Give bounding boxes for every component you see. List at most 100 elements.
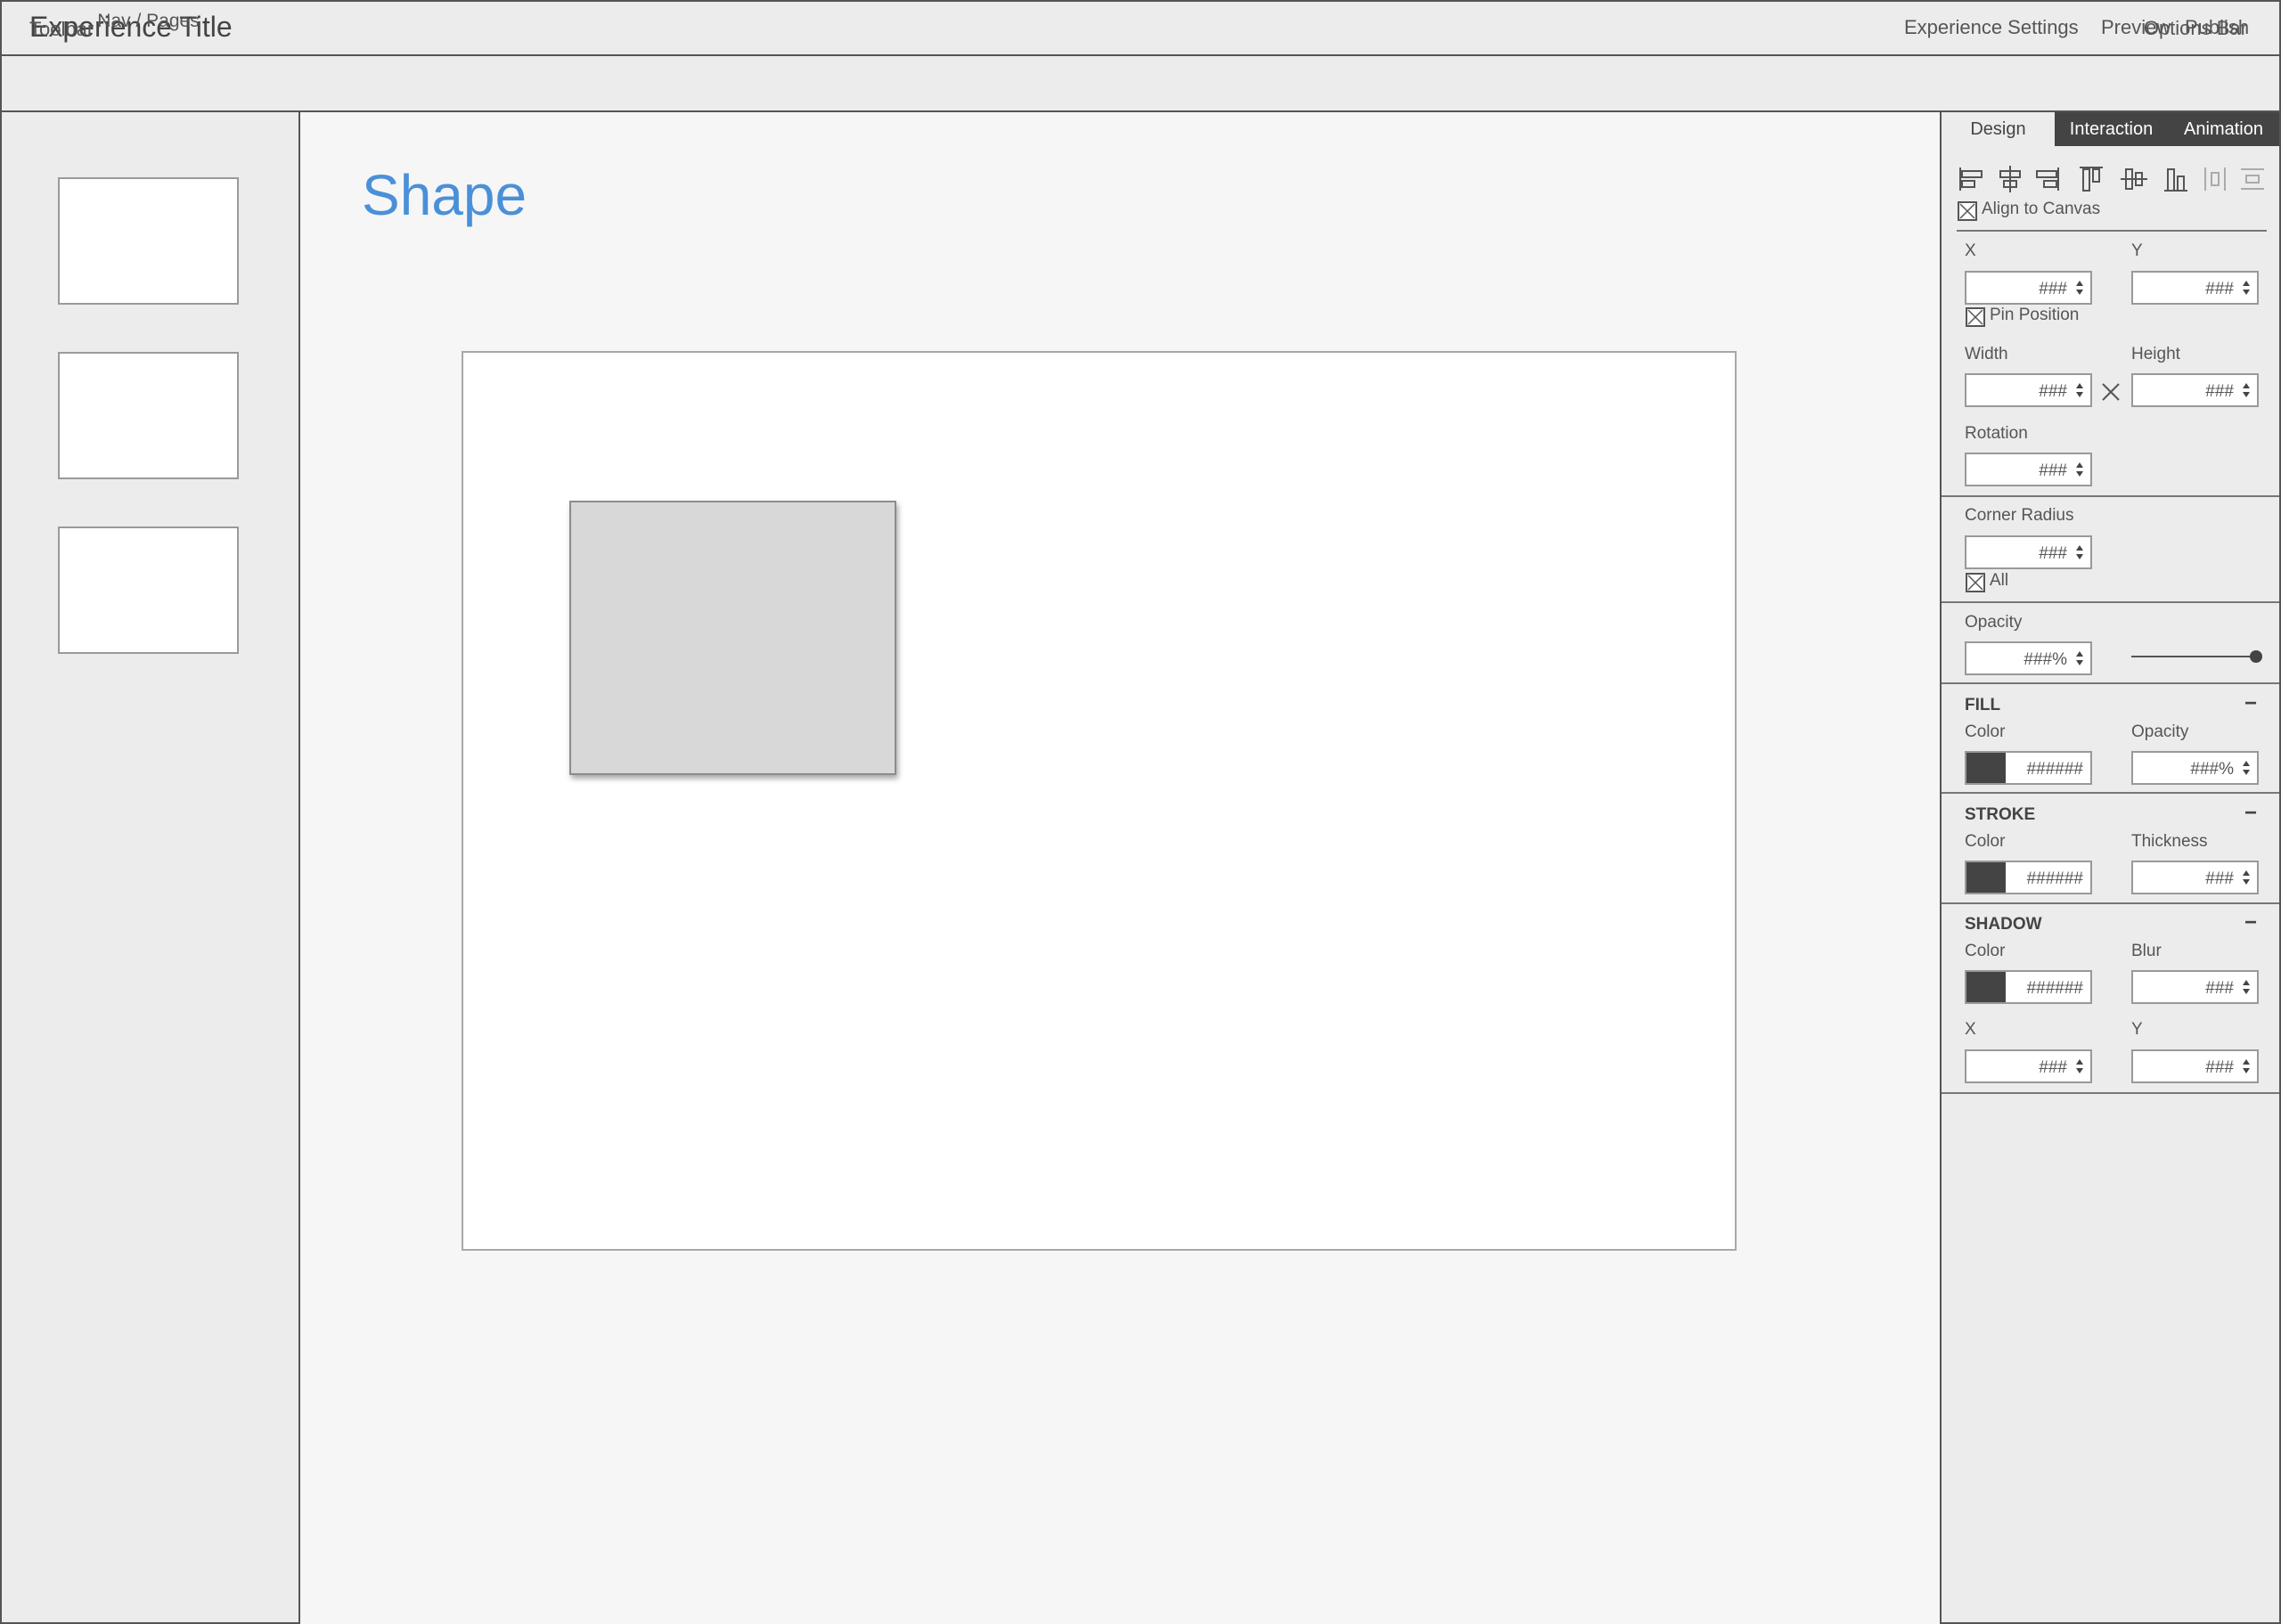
align-to-canvas-label: Align to Canvas	[1982, 200, 2101, 218]
fill-color-value: ######	[2026, 760, 2083, 779]
rotation-value: ###	[2039, 461, 2067, 480]
tab-animation[interactable]: Animation	[2168, 112, 2279, 146]
fill-color-swatch[interactable]	[1966, 753, 2006, 783]
fill-opacity-label: Opacity	[2131, 722, 2189, 741]
page-title: Shape	[362, 163, 527, 227]
opacity-value: ###%	[2023, 650, 2067, 669]
options-bar-label: Options Bar	[2143, 17, 2247, 39]
corner-radius-label: Corner Radius	[1965, 506, 2074, 525]
stepper-icon[interactable]	[2240, 975, 2252, 999]
shadow-blur-input[interactable]: ###	[2131, 970, 2259, 1004]
stepper-icon[interactable]	[2240, 379, 2252, 402]
toolbar	[0, 54, 2281, 112]
align-center-horizontal-icon[interactable]	[1995, 164, 2025, 194]
corner-radius-input[interactable]: ###	[1965, 535, 2092, 569]
stepper-icon[interactable]	[2073, 541, 2086, 564]
shape-rectangle[interactable]	[569, 501, 896, 775]
width-label: Width	[1965, 345, 2008, 363]
fill-color-label: Color	[1965, 722, 2006, 741]
align-bottom-icon[interactable]	[2161, 164, 2191, 194]
align-middle-vertical-icon[interactable]	[2119, 164, 2149, 194]
stroke-collapse-icon[interactable]: −	[2244, 801, 2257, 826]
height-value: ###	[2205, 382, 2234, 401]
stepper-icon[interactable]	[2240, 276, 2252, 299]
all-corners-label: All	[1990, 571, 2009, 590]
shadow-blur-label: Blur	[2131, 942, 2162, 960]
fill-section-title: FILL	[1965, 696, 2001, 714]
stroke-section-title: STROKE	[1965, 805, 2036, 824]
stroke-color-value: ######	[2026, 869, 2083, 888]
checkbox-x-icon	[1967, 575, 1983, 591]
shadow-x-label: X	[1965, 1020, 1976, 1039]
checkbox-x-icon	[1967, 309, 1983, 325]
artboard[interactable]	[462, 351, 1737, 1251]
section-divider	[1942, 682, 2279, 684]
corner-radius-value: ###	[2039, 544, 2067, 563]
align-right-icon[interactable]	[2032, 164, 2062, 194]
fill-opacity-input[interactable]: ###%	[2131, 751, 2259, 785]
y-input[interactable]: ###	[2131, 271, 2259, 305]
fill-collapse-icon[interactable]: −	[2244, 691, 2257, 716]
shadow-color-swatch[interactable]	[1966, 972, 2006, 1002]
shadow-collapse-icon[interactable]: −	[2244, 910, 2257, 935]
stepper-icon[interactable]	[2240, 1055, 2252, 1078]
stroke-thickness-value: ###	[2205, 869, 2234, 888]
stepper-icon[interactable]	[2073, 276, 2086, 299]
nav-pages-panel	[0, 110, 300, 1624]
shadow-y-label: Y	[2131, 1020, 2143, 1039]
section-divider	[1942, 902, 2279, 904]
stepper-icon[interactable]	[2240, 866, 2252, 889]
shadow-color-label: Color	[1965, 942, 2006, 960]
section-divider	[1942, 792, 2279, 794]
stroke-thickness-input[interactable]: ###	[2131, 861, 2259, 894]
align-top-icon[interactable]	[2076, 164, 2106, 194]
experience-settings-link[interactable]: Experience Settings	[1904, 16, 2079, 39]
rotation-label: Rotation	[1965, 424, 2028, 443]
opacity-slider-track[interactable]	[2131, 656, 2256, 657]
rotation-input[interactable]: ###	[1965, 453, 2092, 486]
shadow-y-input[interactable]: ###	[2131, 1049, 2259, 1083]
height-label: Height	[2131, 345, 2180, 363]
section-divider	[1942, 495, 2279, 497]
all-corners-checkbox[interactable]	[1966, 573, 1985, 592]
x-label: X	[1965, 241, 1976, 260]
section-divider	[1942, 601, 2279, 603]
y-value: ###	[2205, 280, 2234, 298]
width-value: ###	[2039, 382, 2067, 401]
pin-position-label: Pin Position	[1990, 306, 2080, 324]
stroke-color-input[interactable]: ######	[1965, 861, 2092, 894]
checkbox-x-icon	[1959, 203, 1975, 219]
fill-color-input[interactable]: ######	[1965, 751, 2092, 785]
stepper-icon[interactable]	[2240, 756, 2252, 779]
stepper-icon[interactable]	[2073, 1055, 2086, 1078]
x-value: ###	[2039, 280, 2067, 298]
shadow-x-input[interactable]: ###	[1965, 1049, 2092, 1083]
stroke-color-label: Color	[1965, 832, 2006, 851]
align-left-icon[interactable]	[1957, 164, 1987, 194]
tab-interaction[interactable]: Interaction	[2055, 112, 2168, 146]
height-input[interactable]: ###	[2131, 373, 2259, 407]
opacity-slider-handle[interactable]	[2250, 650, 2262, 663]
page-thumbnail-3[interactable]	[58, 526, 239, 654]
shadow-color-input[interactable]: ######	[1965, 970, 2092, 1004]
width-input[interactable]: ###	[1965, 373, 2092, 407]
page-thumbnail-1[interactable]	[58, 177, 239, 305]
pin-position-checkbox[interactable]	[1966, 307, 1985, 327]
section-divider	[1942, 1092, 2279, 1094]
shadow-blur-value: ###	[2205, 979, 2234, 998]
stepper-icon[interactable]	[2073, 458, 2086, 481]
distribute-horizontal-icon[interactable]	[2200, 164, 2230, 194]
tab-design[interactable]: Design	[1942, 112, 2055, 146]
stroke-color-swatch[interactable]	[1966, 862, 2006, 893]
opacity-input[interactable]: ###%	[1965, 641, 2092, 675]
align-to-canvas-checkbox[interactable]	[1958, 201, 1977, 221]
x-input[interactable]: ###	[1965, 271, 2092, 305]
shadow-color-value: ######	[2026, 979, 2083, 998]
page-thumbnail-2[interactable]	[58, 352, 239, 479]
shadow-x-value: ###	[2039, 1058, 2067, 1077]
shadow-y-value: ###	[2205, 1058, 2234, 1077]
stepper-icon[interactable]	[2073, 379, 2086, 402]
stepper-icon[interactable]	[2073, 647, 2086, 670]
distribute-vertical-icon[interactable]	[2237, 164, 2268, 194]
link-dimensions-icon[interactable]	[2100, 381, 2122, 403]
